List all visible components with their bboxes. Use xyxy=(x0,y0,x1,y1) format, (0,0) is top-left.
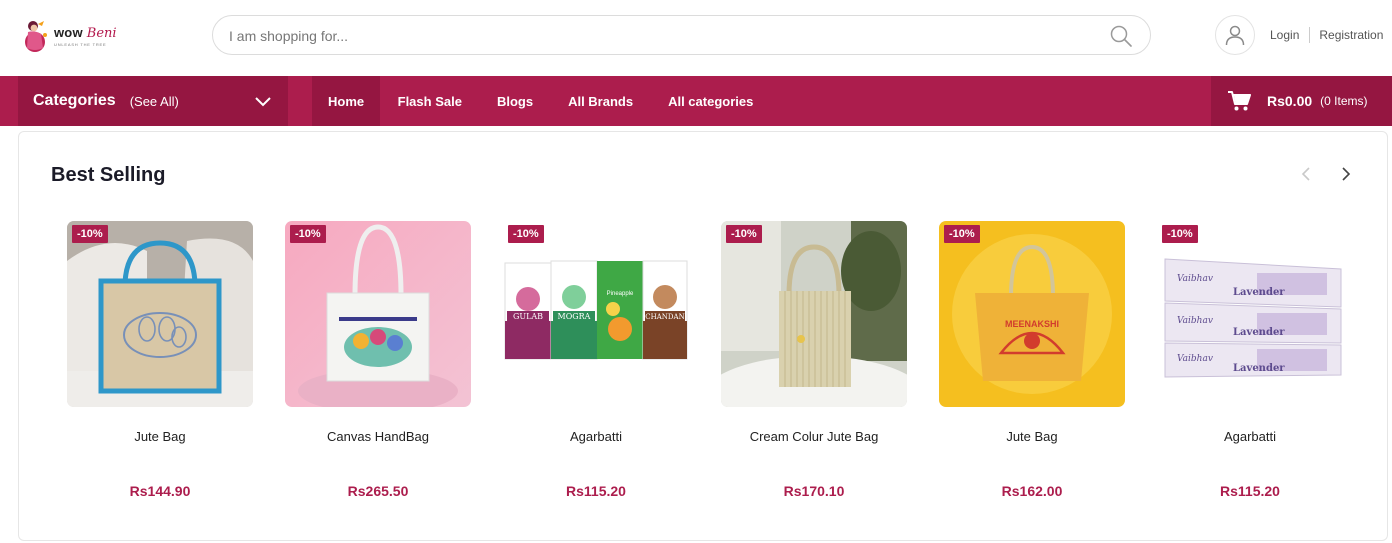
pack-scent: Lavender xyxy=(1233,327,1285,338)
pack-brand: Vaibhav xyxy=(1177,354,1213,364)
logo-tagline: UNLEASH THE TREE xyxy=(54,42,107,47)
product-image[interactable]: Vaibhav Lavender Vaibhav Lavender Vaibha… xyxy=(1157,221,1343,407)
product-card[interactable]: -10% Canvas HandBag Rs265.50 xyxy=(285,221,471,499)
logo-wordmark: wow Beni UNLEASH THE TREE xyxy=(54,25,117,47)
pack-label: GULAB xyxy=(513,312,543,321)
product-card[interactable]: -10% Jute Bag Rs144.90 xyxy=(67,221,253,499)
product-price: Rs265.50 xyxy=(347,483,409,499)
user-area: Login Registration xyxy=(1215,15,1383,55)
cart-button[interactable]: Rs0.00 (0 Items) xyxy=(1211,76,1392,126)
product-card[interactable]: GULAB MOGRA Pineapple CHANDAN -10% Agarb… xyxy=(503,221,689,499)
search-bar xyxy=(212,15,1151,55)
logo-wow-text: wow xyxy=(54,25,83,40)
bag-print: MEENAKSHI xyxy=(1005,319,1059,329)
top-header: wow Beni UNLEASH THE TREE Login Registra… xyxy=(0,0,1392,76)
carousel-next-icon[interactable] xyxy=(1337,166,1353,182)
pack-scent: Lavender xyxy=(1233,287,1285,298)
pack-label: CHANDAN xyxy=(645,313,684,321)
product-image[interactable]: MEENAKSHI -10% xyxy=(939,221,1125,407)
product-price: Rs162.00 xyxy=(1001,483,1063,499)
product-card[interactable]: Vaibhav Lavender Vaibhav Lavender Vaibha… xyxy=(1157,221,1343,499)
carousel-prev-icon[interactable] xyxy=(1299,166,1315,182)
login-link[interactable]: Login xyxy=(1270,28,1299,42)
product-card[interactable]: MEENAKSHI -10% Jute Bag Rs162.00 xyxy=(939,221,1125,499)
user-icon[interactable] xyxy=(1215,15,1255,55)
chevron-down-icon xyxy=(254,93,272,109)
pack-label: Pineapple xyxy=(607,291,634,297)
product-price: Rs115.20 xyxy=(1220,483,1280,499)
nav-menu: Home Flash Sale Blogs All Brands All cat… xyxy=(312,76,771,126)
product-price: Rs170.10 xyxy=(783,483,845,499)
section-title: Best Selling xyxy=(51,164,166,186)
pack-brand: Vaibhav xyxy=(1177,316,1213,326)
discount-badge: -10% xyxy=(726,225,762,243)
nav-home[interactable]: Home xyxy=(312,76,381,126)
product-price: Rs144.90 xyxy=(129,483,191,499)
product-name[interactable]: Jute Bag xyxy=(67,429,253,444)
cart-icon xyxy=(1227,90,1251,112)
search-icon[interactable] xyxy=(1110,25,1132,47)
best-selling-section: Best Selling -10% Jute Bag Rs144.90 -10%… xyxy=(18,131,1388,541)
discount-badge: -10% xyxy=(1162,225,1198,243)
product-image[interactable]: GULAB MOGRA Pineapple CHANDAN -10% xyxy=(503,221,689,407)
categories-see-all[interactable]: (See All) xyxy=(130,94,179,109)
categories-title: Categories xyxy=(33,92,116,109)
discount-badge: -10% xyxy=(290,225,326,243)
product-image[interactable]: -10% xyxy=(285,221,471,407)
discount-badge: -10% xyxy=(944,225,980,243)
logo-beni-text: Beni xyxy=(86,26,117,41)
auth-divider xyxy=(1309,27,1311,43)
pack-scent: Lavender xyxy=(1233,363,1285,374)
nav-all-brands[interactable]: All Brands xyxy=(551,76,651,126)
discount-badge: -10% xyxy=(72,225,108,243)
product-name[interactable]: Agarbatti xyxy=(1157,429,1343,444)
site-logo[interactable]: wow Beni UNLEASH THE TREE xyxy=(22,16,132,56)
main-nav: Categories (See All) Home Flash Sale Blo… xyxy=(0,76,1392,126)
product-price: Rs115.20 xyxy=(566,483,626,499)
nav-flash-sale[interactable]: Flash Sale xyxy=(380,76,479,126)
product-name[interactable]: Canvas HandBag xyxy=(285,429,471,444)
product-name[interactable]: Cream Colur Jute Bag xyxy=(721,429,907,444)
product-name[interactable]: Jute Bag xyxy=(939,429,1125,444)
nav-blogs[interactable]: Blogs xyxy=(479,76,550,126)
cart-item-count: (0 Items) xyxy=(1320,94,1368,108)
search-input[interactable] xyxy=(229,25,1089,47)
logo-figure-icon xyxy=(22,18,50,54)
pack-label: MOGRA xyxy=(558,312,591,321)
cart-amount: Rs0.00 xyxy=(1267,93,1313,109)
product-card[interactable]: -10% Cream Colur Jute Bag Rs170.10 xyxy=(721,221,907,499)
product-image[interactable]: -10% xyxy=(67,221,253,407)
product-image[interactable]: -10% xyxy=(721,221,907,407)
discount-badge: -10% xyxy=(508,225,544,243)
registration-link[interactable]: Registration xyxy=(1319,28,1383,42)
pack-brand: Vaibhav xyxy=(1177,274,1213,284)
product-name[interactable]: Agarbatti xyxy=(503,429,689,444)
nav-all-categories[interactable]: All categories xyxy=(651,76,771,126)
categories-dropdown[interactable]: Categories (See All) xyxy=(18,76,288,126)
